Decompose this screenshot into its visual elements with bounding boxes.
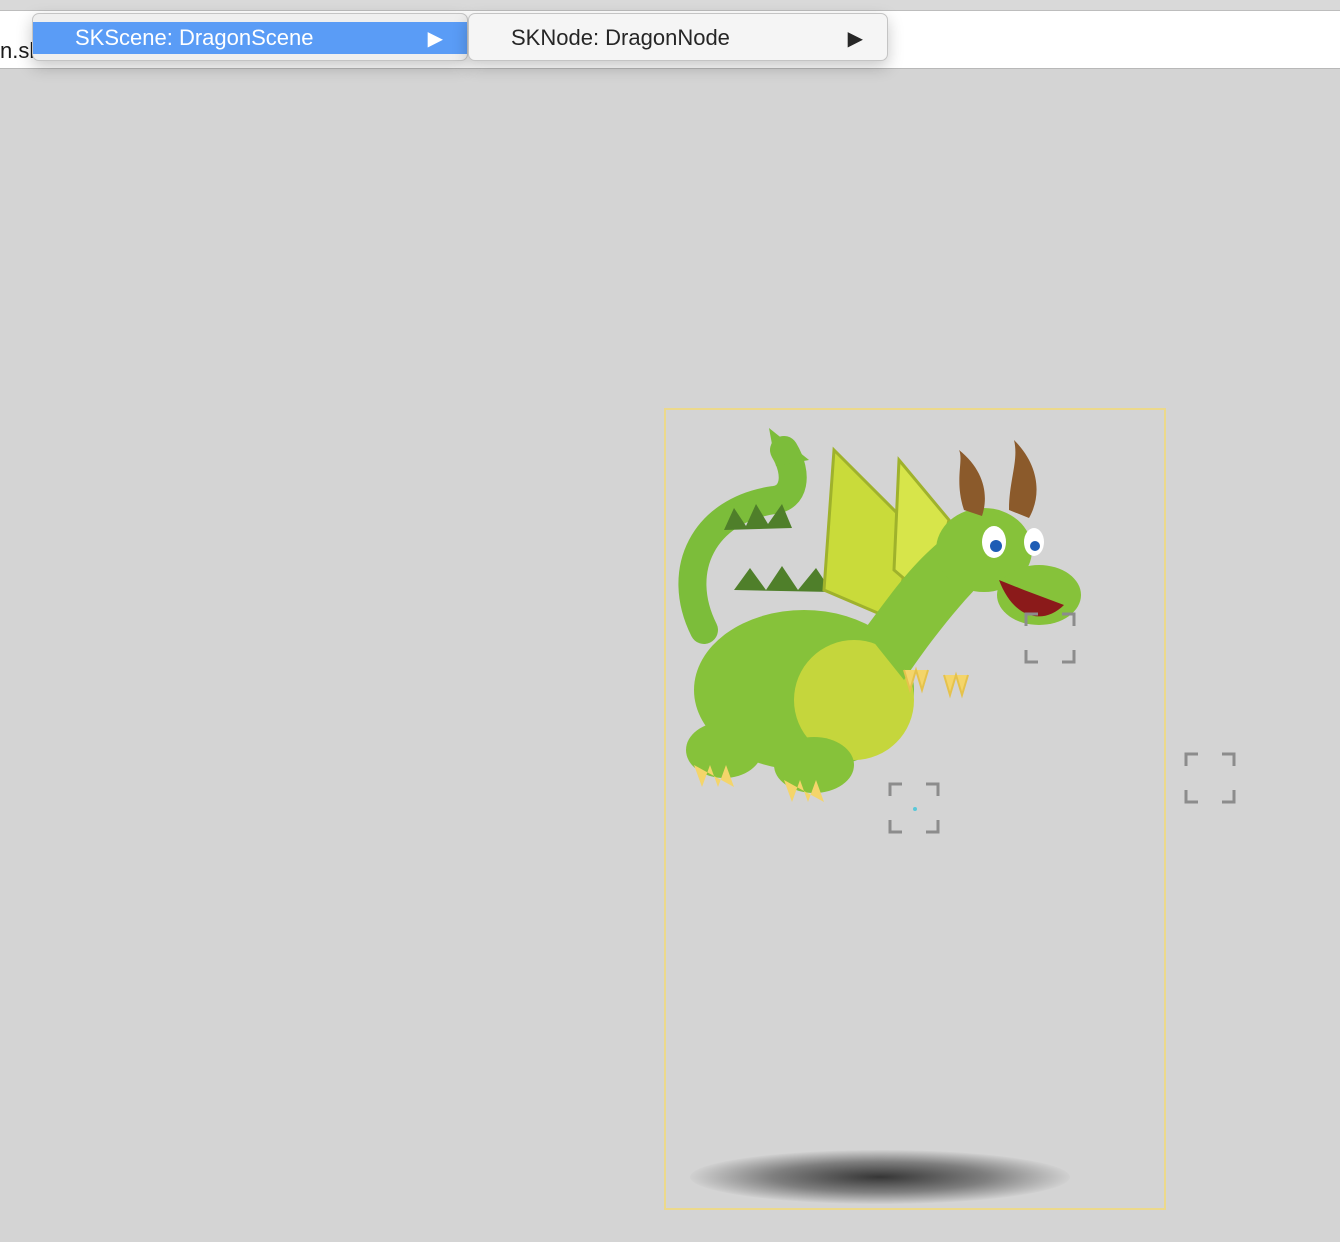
menu-item-sknode[interactable]: SKNode: DragonNode ▶ [469,22,887,54]
node-handle-icon[interactable] [1184,752,1236,804]
menu-item-skscene[interactable]: SKScene: DragonScene ▶ [33,22,467,54]
window-top-strip [0,0,1340,11]
node-handle-icon[interactable] [1024,612,1076,664]
submenu-arrow-icon: ▶ [427,27,443,50]
submenu-arrow-icon: ▶ [847,27,863,50]
dragon-sprite[interactable] [664,420,1084,820]
scene-menu: SKScene: DragonScene ▶ [32,13,468,61]
menu-item-label: SKScene: DragonScene [75,25,314,50]
dragon-shadow [690,1150,1070,1204]
node-submenu: SKNode: DragonNode ▶ [468,13,888,61]
menu-item-label: SKNode: DragonNode [511,25,730,50]
node-handle-icon[interactable] [888,782,940,834]
